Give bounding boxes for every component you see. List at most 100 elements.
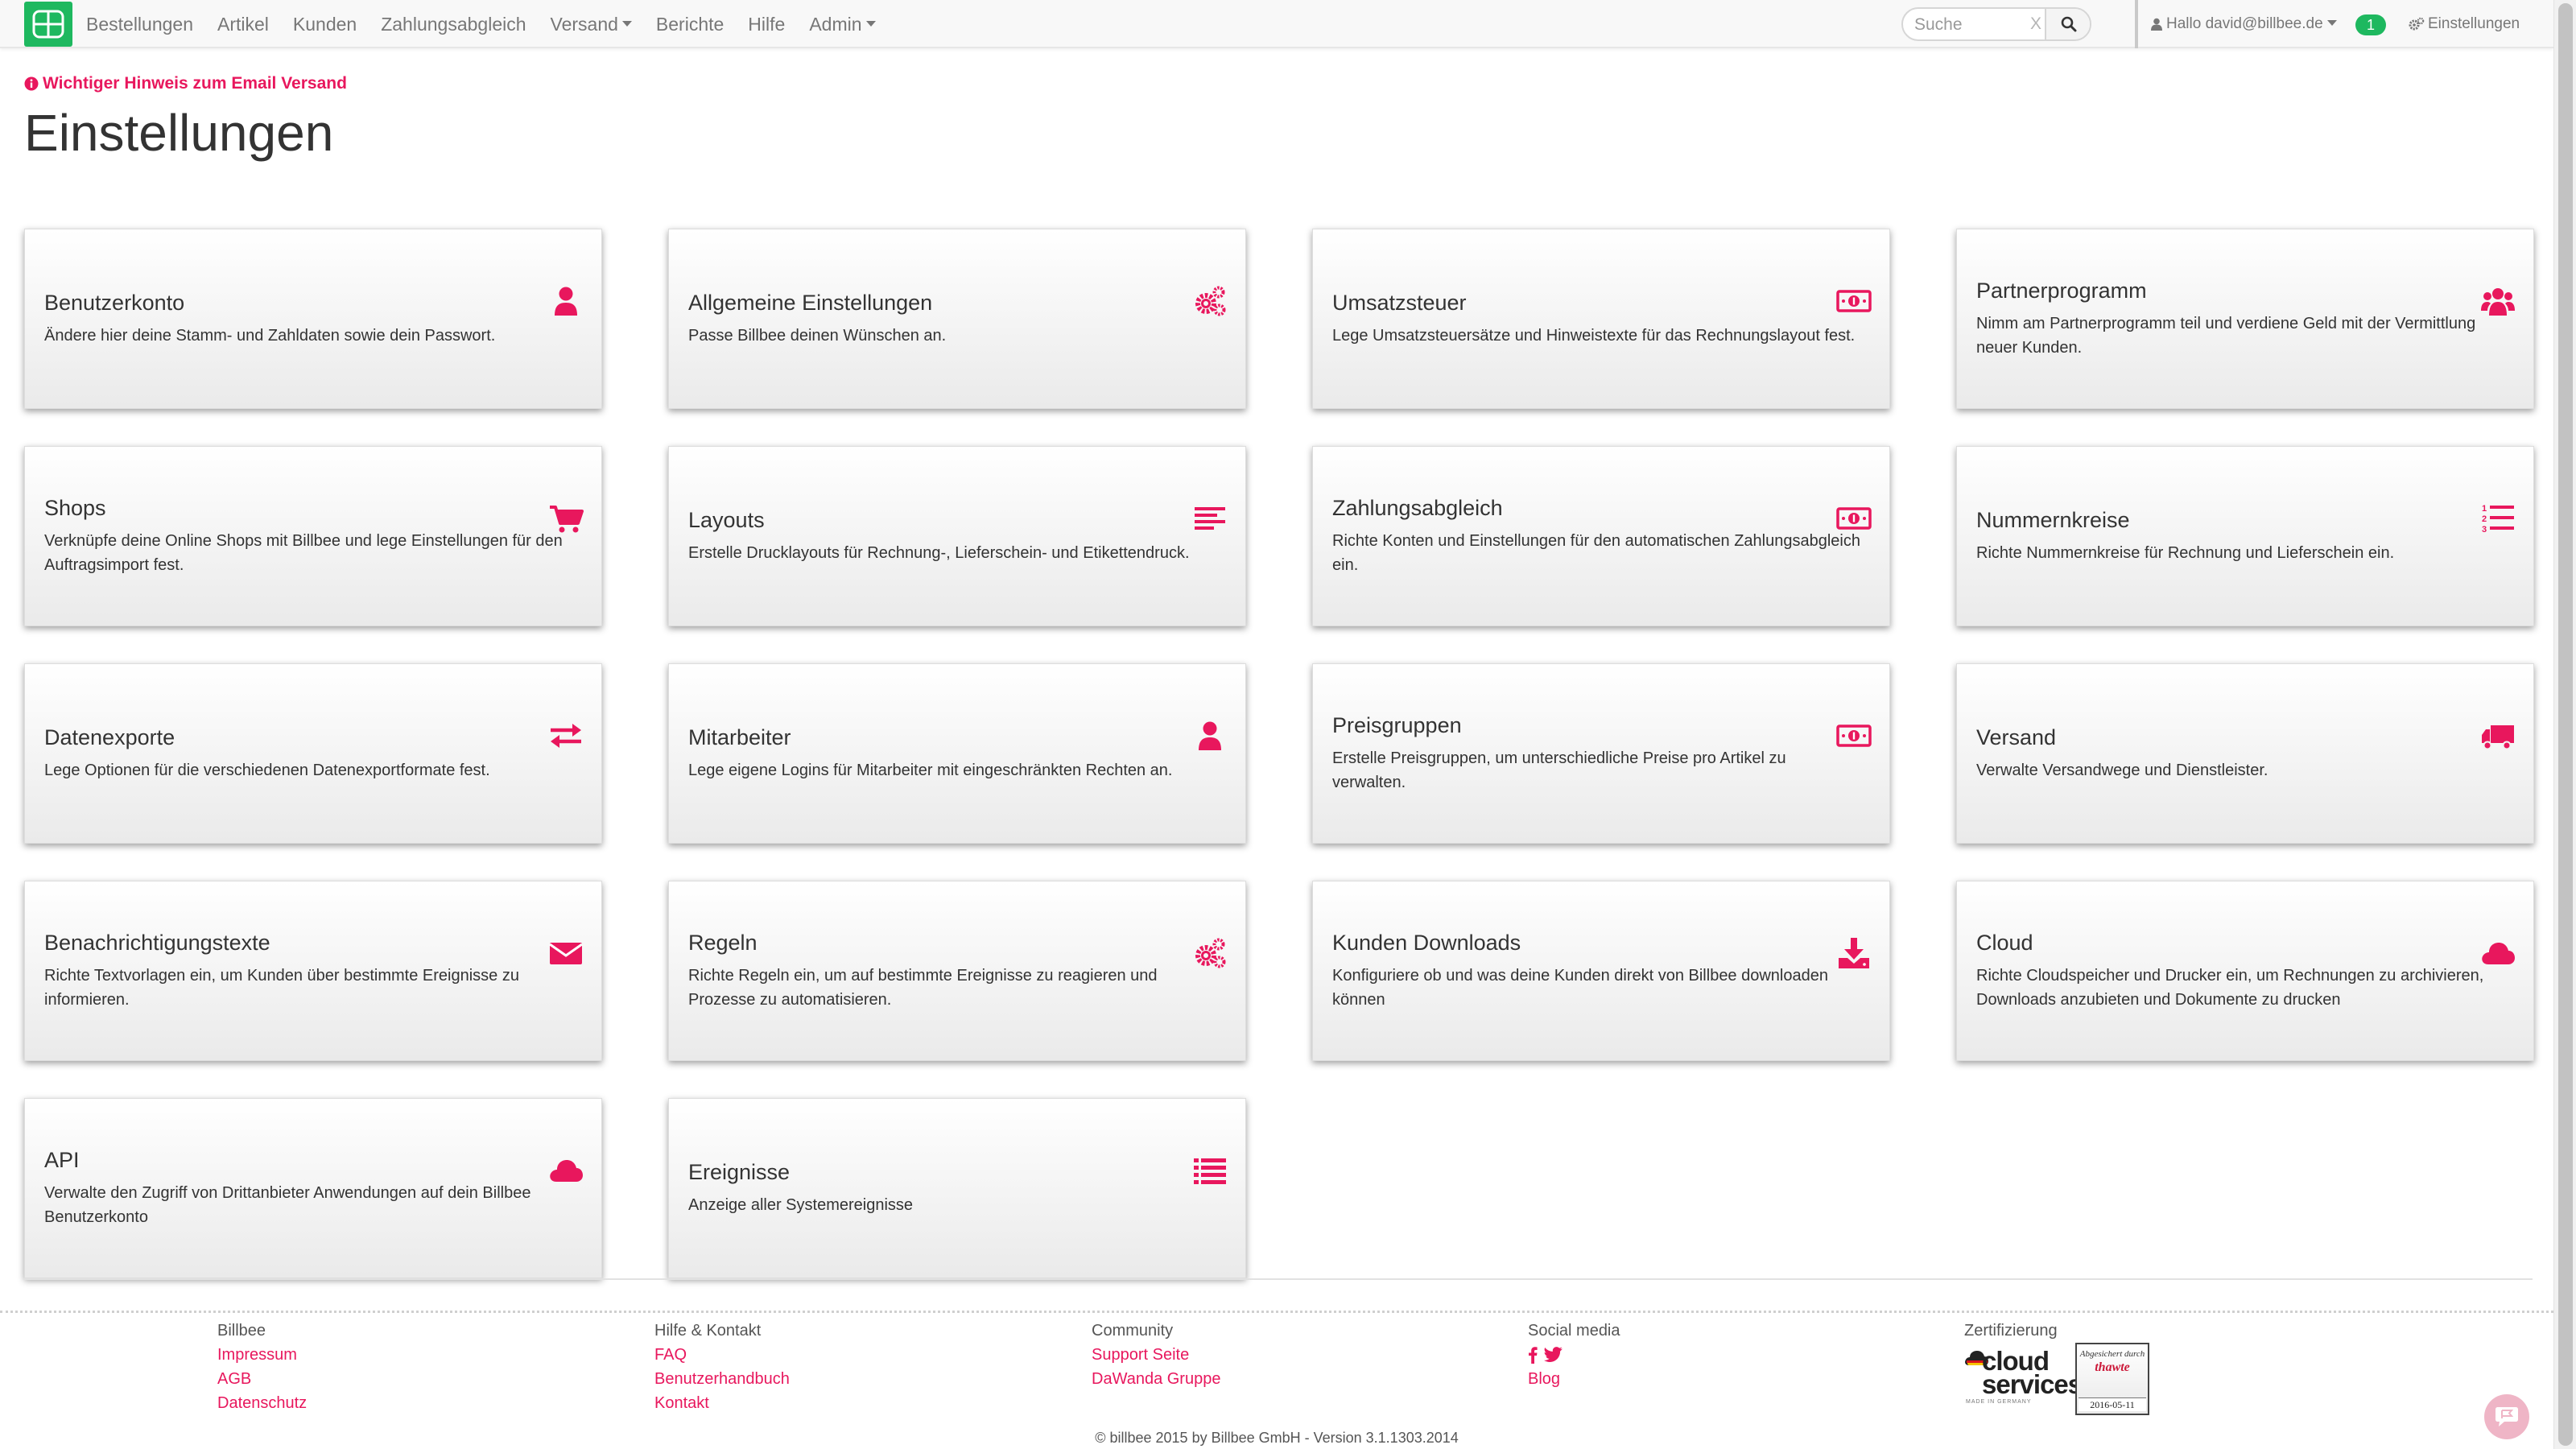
social-icons [1528,1343,1620,1367]
nav-hilfe[interactable]: Hilfe [736,0,797,48]
card-description: Verwalte Versandwege und Dienstleister. [1976,761,2268,779]
card-shops[interactable]: Shops Verknüpfe deine Online Shops mit B… [24,446,602,626]
card-title: Ereignisse [688,1159,791,1184]
nav-berichte[interactable]: Berichte [644,0,736,48]
card-umsatzsteuer[interactable]: Umsatzsteuer Lege Umsatzsteuersätze und … [1312,229,1890,409]
card-description: Richte Textvorlagen ein, um Kunden über … [44,966,519,1009]
card-body: Cloud Richte Cloudspeicher und Drucker e… [1976,881,2514,1060]
card-benutzerkonto[interactable]: Benutzerkonto Ändere hier deine Stamm- u… [24,229,602,409]
nav-bestellungen[interactable]: Bestellungen [74,0,205,48]
card-partnerprogramm[interactable]: Partnerprogramm Nimm am Partnerprogramm … [1956,229,2534,409]
footer-link-faq[interactable]: FAQ [654,1343,790,1367]
card-mitarbeiter[interactable]: Mitarbeiter Lege eigene Logins für Mitar… [668,663,1246,844]
nav-divider [2135,0,2138,48]
card-title: Zahlungsabgleich [1332,495,1503,520]
money-icon [1836,718,1872,753]
search-clear-button[interactable]: X [2027,13,2045,35]
settings-link[interactable]: Einstellungen [2409,0,2520,48]
card-description: Konfiguriere ob und was deine Kunden dir… [1332,966,1828,1009]
footer-border [0,1311,2553,1313]
card-description: Erstelle Drucklayouts für Rechnung-, Lie… [688,543,1190,562]
email-notice-link[interactable]: Wichtiger Hinweis zum Email Versand [24,74,347,93]
card-body: Versand Verwalte Versandwege und Dienstl… [1976,664,2514,843]
card-description: Erstelle Preisgruppen, um unterschiedlic… [1332,749,1786,791]
exchange-icon [548,718,584,753]
nav-versand-dropdown[interactable]: Versand [539,0,644,48]
card-versand[interactable]: Versand Verwalte Versandwege und Dienstl… [1956,663,2534,844]
footer-link-dawanda-gruppe[interactable]: DaWanda Gruppe [1092,1367,1220,1391]
card-description: Lege Optionen für die verschiedenen Date… [44,761,490,779]
cloud-services-text: cloud services [1982,1346,2083,1399]
billbee-logo[interactable] [24,2,72,47]
billbee-logo-icon [32,10,64,39]
footer-link-datenschutz[interactable]: Datenschutz [217,1391,307,1415]
card-layouts[interactable]: Layouts Erstelle Drucklayouts für Rechnu… [668,446,1246,626]
card-kunden-downloads[interactable]: Kunden Downloads Konfiguriere ob und was… [1312,881,1890,1061]
card-description: Anzeige aller Systemereignisse [688,1195,914,1214]
card-title: Versand [1976,724,2057,749]
card-cloud[interactable]: Cloud Richte Cloudspeicher und Drucker e… [1956,881,2534,1061]
shopping-cart-icon [548,501,584,536]
truck-icon [2480,718,2516,753]
user-menu-dropdown[interactable]: Hallo david@billbee.de [2151,0,2337,48]
main-nav: Bestellungen Artikel Kunden Zahlungsabgl… [74,0,888,48]
card-allgemeine-einstellungen[interactable]: Allgemeine Einstellungen Passe Billbee d… [668,229,1246,409]
card-body: Benutzerkonto Ändere hier deine Stamm- u… [44,229,582,408]
card-description: Richte Konten und Einstellungen für den … [1332,531,1860,574]
card-nummernkreise[interactable]: Nummernkreise Richte Nummernkreise für R… [1956,446,2534,626]
seal-brand-text: thawte [2095,1360,2130,1374]
scrollbar-thumb[interactable] [2558,3,2573,1446]
footer-link-agb[interactable]: AGB [217,1367,307,1391]
download-icon [1836,935,1872,971]
card-ereignisse[interactable]: Ereignisse Anzeige aller Systemereigniss… [668,1098,1246,1278]
card-datenexporte[interactable]: Datenexporte Lege Optionen für die versc… [24,663,602,844]
search-button[interactable] [2045,9,2090,39]
nav-admin-dropdown[interactable]: Admin [797,0,887,48]
footer-heading: Zertifizierung [1964,1322,2058,1340]
footer-link-kontakt[interactable]: Kontakt [654,1391,790,1415]
chat-icon [2496,1407,2518,1426]
card-title: Benutzerkonto [44,290,185,315]
search-box: X [1901,7,2091,41]
footer-link-blog[interactable]: Blog [1528,1367,1620,1391]
footer-heading: Billbee [217,1322,266,1340]
chat-button[interactable] [2484,1394,2529,1439]
seal-top-text: Abgesichert durch [2079,1349,2145,1359]
cloud-services-badge[interactable]: cloud services MADE IN GERMANY [1964,1346,2083,1407]
card-body: Regeln Richte Regeln ein, um auf bestimm… [688,881,1226,1060]
card-description: Lege Umsatzsteuersätze und Hinweistexte … [1332,326,1856,345]
card-description: Verknüpfe deine Online Shops mit Billbee… [44,531,563,574]
thawte-seal-badge[interactable]: Abgesichert durch thawte 2016-05-11 [2075,1343,2149,1415]
email-notice-text: Wichtiger Hinweis zum Email Versand [43,74,347,93]
footer-col-community: Community Support Seite DaWanda Gruppe [1092,1319,1220,1391]
footer-link-support-seite[interactable]: Support Seite [1092,1343,1220,1367]
search-input[interactable] [1914,14,2035,36]
card-benachrichtigungstexte[interactable]: Benachrichtigungstexte Richte Textvorlag… [24,881,602,1061]
card-title: Allgemeine Einstellungen [688,290,933,315]
page-scrollbar[interactable] [2553,0,2576,1449]
footer-link-impressum[interactable]: Impressum [217,1343,307,1367]
footer-heading: Community [1092,1322,1174,1340]
card-body: Umsatzsteuer Lege Umsatzsteuersätze und … [1332,229,1870,408]
footer-heading: Hilfe & Kontakt [654,1322,762,1340]
footer-link-benutzerhandbuch[interactable]: Benutzerhandbuch [654,1367,790,1391]
notification-badge[interactable]: 1 [2355,14,2386,35]
card-api[interactable]: API Verwalte den Zugriff von Drittanbiet… [24,1098,602,1278]
nav-artikel[interactable]: Artikel [205,0,281,48]
seal-date-text: 2016-05-11 [2079,1397,2146,1411]
facebook-icon[interactable] [1528,1346,1538,1364]
settings-link-label: Einstellungen [2428,15,2520,32]
card-description: Verwalte den Zugriff von Drittanbieter A… [44,1183,531,1226]
card-preisgruppen[interactable]: Preisgruppen Erstelle Preisgruppen, um u… [1312,663,1890,844]
nav-zahlungsabgleich[interactable]: Zahlungsabgleich [369,0,538,48]
card-title: Regeln [688,930,758,955]
card-zahlungsabgleich[interactable]: Zahlungsabgleich Richte Konten und Einst… [1312,446,1890,626]
card-description: Richte Cloudspeicher und Drucker ein, um… [1976,966,2484,1009]
caret-down-icon [2326,19,2337,26]
card-body: Datenexporte Lege Optionen für die versc… [44,664,582,843]
twitter-icon[interactable] [1544,1347,1563,1363]
card-regeln[interactable]: Regeln Richte Regeln ein, um auf bestimm… [668,881,1246,1061]
card-body: Kunden Downloads Konfiguriere ob und was… [1332,881,1870,1060]
card-title: Cloud [1976,930,2033,955]
nav-kunden[interactable]: Kunden [281,0,369,48]
